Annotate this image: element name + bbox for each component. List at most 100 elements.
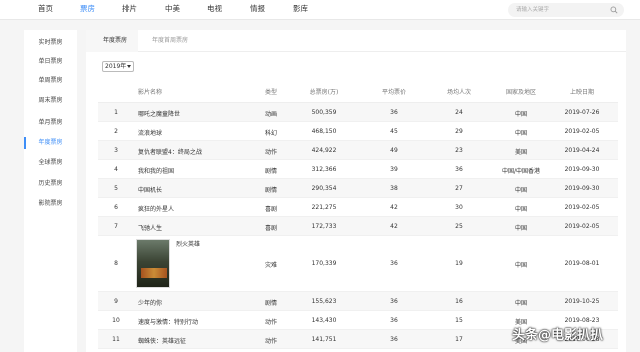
cell-date: 2019-07-26 (564, 109, 600, 116)
cell-title[interactable]: 哪吒之魔童降世 (138, 109, 180, 118)
table-row[interactable]: 4 我和我的祖国 剧情 312,366 39 36 中国/中国香港 2019-0… (98, 160, 618, 179)
table-row[interactable]: 7 飞驰人生 喜剧 172,733 42 25 中国 2019-02-05 (98, 217, 618, 236)
cell-region: 中国 (514, 130, 527, 137)
sidebar-item-label: 年度票房 (38, 139, 63, 146)
cell-title[interactable]: 流浪地球 (138, 128, 162, 137)
cell-total: 290,354 (311, 185, 337, 192)
cell-title[interactable]: 复仇者联盟4：终局之战 (138, 147, 202, 156)
cell-region: 中国 (514, 225, 527, 232)
cell-total: 468,150 (311, 128, 337, 135)
nav-box-office[interactable]: 票房 (80, 0, 95, 20)
cell-date: 2019-10-25 (564, 298, 600, 305)
header-price: 平均票价 (381, 89, 406, 96)
sidebar-item-weekend[interactable]: 周末票房 (24, 95, 77, 107)
cell-type: 剧情 (264, 300, 277, 307)
cell-rank: 8 (114, 260, 118, 267)
nav-film-library[interactable]: 影库 (293, 0, 308, 20)
cell-total: 424,922 (311, 147, 337, 154)
cell-total: 155,623 (311, 298, 337, 305)
search-input[interactable] (516, 3, 606, 17)
nav-schedule[interactable]: 排片 (122, 0, 137, 20)
cell-price: 36 (390, 109, 398, 116)
cell-date: 2019-02-05 (564, 223, 600, 230)
table-row[interactable]: 1 哪吒之魔童降世 动画 500,359 36 24 中国 2019-07-26 (98, 103, 618, 122)
cell-price: 36 (390, 336, 398, 343)
cell-people: 16 (455, 298, 463, 305)
table-row[interactable]: 6 疯狂的外星人 喜剧 221,275 42 30 中国 2019-02-05 (98, 198, 618, 217)
nav-china-us[interactable]: 中美 (165, 0, 180, 20)
table-row[interactable]: 5 中国机长 剧情 290,354 38 27 中国 2019-09-30 (98, 179, 618, 198)
cell-price: 36 (390, 298, 398, 305)
cell-type: 动作 (264, 149, 277, 156)
nav-news[interactable]: 情报 (250, 0, 265, 20)
active-indicator (24, 137, 26, 149)
table-row[interactable]: 2 流浪地球 科幻 468,150 45 29 中国 2019-02-05 (98, 122, 618, 141)
header-type: 类型 (264, 89, 277, 96)
cell-region: 中国 (514, 111, 527, 118)
sidebar-item-global[interactable]: 全球票房 (24, 157, 77, 169)
cell-date: 2019-08-23 (564, 317, 600, 324)
watermark-text: 头条@电影扒扒 (512, 328, 604, 343)
sidebar-item-monthly[interactable]: 单月票房 (24, 117, 77, 129)
main-panel: 年度票房 年度首周票房 2019年 影片名称 类型 总票房(万) 平均票价 场均… (86, 30, 626, 352)
year-select[interactable]: 2019年 (102, 61, 134, 72)
cell-rank: 2 (114, 128, 118, 135)
table-row[interactable]: 8 烈火英雄 灾难 170,339 36 19 中国 2019-08-01 (98, 236, 618, 292)
cell-rank: 10 (112, 317, 120, 324)
cell-date: 2019-04-24 (564, 147, 600, 154)
cell-title[interactable]: 疯狂的外星人 (138, 204, 174, 213)
cell-total: 312,366 (311, 166, 337, 173)
cell-title[interactable]: 烈火英雄 (176, 239, 200, 248)
nav-home[interactable]: 首页 (38, 0, 53, 20)
cell-region: 美国 (514, 149, 527, 156)
chevron-down-icon (127, 65, 131, 68)
cell-type: 剧情 (264, 187, 277, 194)
cell-title[interactable]: 少年的你 (138, 298, 162, 307)
cell-people: 24 (455, 109, 463, 116)
table-row[interactable]: 9 少年的你 剧情 155,623 36 16 中国 2019-10-25 (98, 292, 618, 311)
movie-poster-image[interactable] (136, 239, 170, 288)
cell-total: 500,359 (311, 109, 337, 116)
sidebar-item-weekly[interactable]: 单周票房 (24, 75, 77, 87)
sidebar-item-yearly[interactable]: 年度票房 (24, 137, 77, 149)
cell-total: 221,275 (311, 204, 337, 211)
cell-people: 36 (455, 166, 463, 173)
cell-type: 喜剧 (264, 206, 277, 213)
search-icon[interactable] (610, 6, 618, 14)
cell-people: 19 (455, 260, 463, 267)
cell-region: 中国 (514, 206, 527, 213)
cell-title[interactable]: 我和我的祖国 (138, 166, 174, 175)
cell-region: 中国/中国香港 (501, 168, 541, 175)
sidebar-item-daily[interactable]: 单日票房 (24, 56, 77, 68)
cell-date: 2019-02-05 (564, 204, 600, 211)
cell-type: 动作 (264, 338, 277, 345)
sidebar-item-history[interactable]: 历史票房 (24, 178, 77, 190)
header-title: 影片名称 (138, 89, 163, 96)
sidebar-item-realtime[interactable]: 实时票房 (24, 37, 77, 49)
cell-price: 36 (390, 317, 398, 324)
cell-rank: 1 (114, 109, 118, 116)
cell-title[interactable]: 飞驰人生 (138, 223, 162, 232)
cell-people: 27 (455, 185, 463, 192)
cell-title[interactable]: 中国机长 (138, 185, 162, 194)
cell-price: 36 (390, 260, 398, 267)
tab-bar: 年度票房 年度首周票房 (86, 30, 626, 52)
cell-region: 中国 (514, 262, 527, 269)
table-row[interactable]: 3 复仇者联盟4：终局之战 动作 424,922 49 23 美国 2019-0… (98, 141, 618, 160)
cell-type: 喜剧 (264, 225, 277, 232)
tab-yearly-box-office[interactable]: 年度票房 (103, 30, 127, 52)
cell-total: 143,430 (311, 317, 337, 324)
cell-title[interactable]: 速度与激情：特别行动 (138, 317, 198, 326)
table-header: 影片名称 类型 总票房(万) 平均票价 场均人次 国家及地区 上映日期 (98, 83, 618, 103)
cell-rank: 4 (114, 166, 118, 173)
tab-yearly-first-week[interactable]: 年度首周票房 (152, 30, 188, 52)
cell-title[interactable]: 蜘蛛侠：英雄远征 (138, 336, 186, 345)
nav-tv[interactable]: 电视 (207, 0, 222, 20)
sidebar-item-cinema[interactable]: 影院票房 (24, 198, 77, 210)
cell-rank: 3 (114, 147, 118, 154)
cell-type: 动画 (264, 111, 277, 118)
cell-price: 39 (390, 166, 398, 173)
cell-date: 2019-09-30 (564, 166, 600, 173)
cell-region: 中国 (514, 187, 527, 194)
cell-price: 49 (390, 147, 398, 154)
